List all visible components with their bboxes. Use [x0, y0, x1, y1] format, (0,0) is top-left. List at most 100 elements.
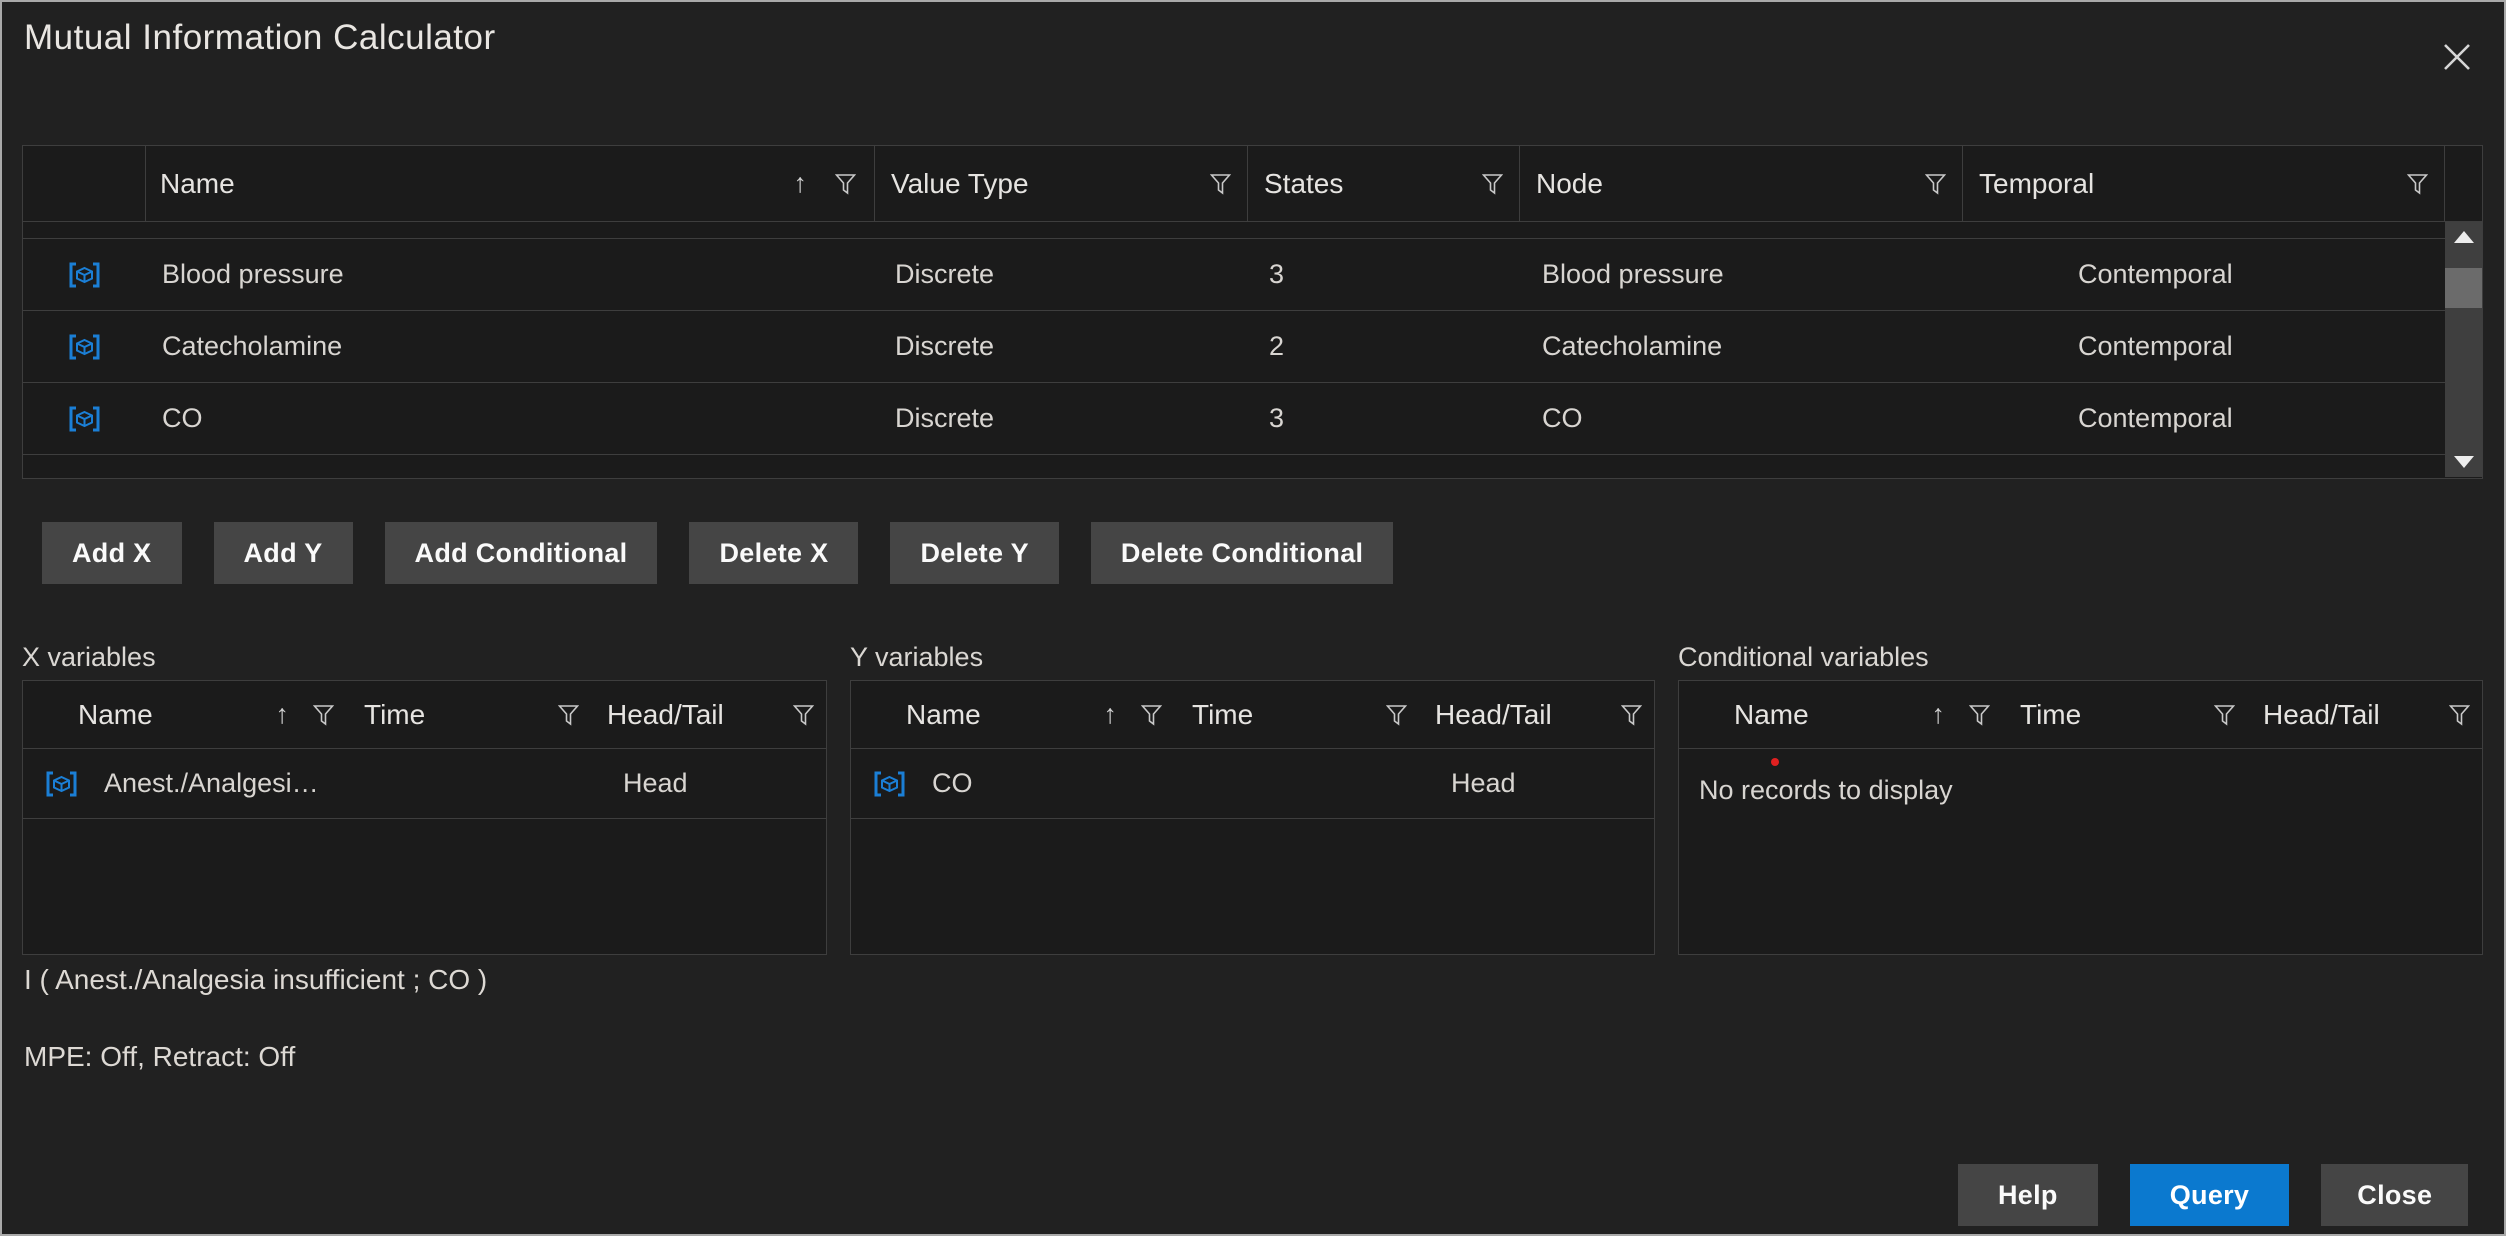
column-header-head-tail[interactable]: Head/Tail	[593, 681, 826, 748]
column-header-time[interactable]: Time	[2004, 681, 2249, 748]
close-icon[interactable]	[2432, 32, 2482, 82]
column-header-time-label: Time	[364, 698, 426, 730]
column-header-head-tail[interactable]: Head/Tail	[2249, 681, 2482, 748]
variables-table-body: Blood pressure Discrete 3 Blood pressure…	[23, 222, 2482, 478]
column-header-states-label: States	[1264, 167, 1344, 199]
filter-icon[interactable]	[1969, 704, 1990, 726]
column-header-node-label: Node	[1536, 167, 1603, 199]
sort-ascending-icon: ↑	[793, 168, 808, 198]
column-header-time[interactable]: Time	[348, 681, 593, 748]
close-button[interactable]: Close	[2321, 1164, 2469, 1226]
cell-head-tail: Head	[623, 768, 688, 798]
cell-node: Catecholamine	[1542, 331, 1723, 361]
header-icon-column	[23, 146, 146, 221]
variables-table: Name ↑ Value Type States Node Temporal B…	[22, 145, 2483, 479]
scroll-down-button[interactable]	[2445, 447, 2482, 477]
delete-conditional-button[interactable]: Delete Conditional	[1090, 522, 1394, 584]
column-header-head-tail[interactable]: Head/Tail	[1421, 681, 1654, 748]
delete-y-button[interactable]: Delete Y	[890, 522, 1059, 584]
node-variable-icon	[46, 771, 77, 796]
filter-icon[interactable]	[1482, 173, 1503, 195]
filter-icon[interactable]	[1210, 173, 1231, 195]
cell-name: CO	[162, 403, 203, 433]
column-header-head-tail-label: Head/Tail	[1435, 698, 1552, 730]
column-header-states[interactable]: States	[1248, 146, 1520, 221]
cell-name: Catecholamine	[162, 331, 343, 361]
cell-name: CO	[932, 768, 973, 798]
column-header-name-label: Name	[906, 698, 981, 730]
partial-row-bottom	[23, 455, 2482, 478]
x-variable-row[interactable]: Anest./Analgesi… Head	[23, 749, 826, 819]
filter-icon[interactable]	[835, 173, 856, 195]
help-button[interactable]: Help	[1958, 1164, 2098, 1226]
node-variable-icon	[69, 406, 100, 431]
cell-head-tail: Head	[1451, 768, 1516, 798]
cell-value-type: Discrete	[895, 331, 995, 361]
mutual-information-calculator-dialog: Mutual Information Calculator Name ↑ Val…	[0, 0, 2506, 1236]
table-row[interactable]: Catecholamine Discrete 2 Catecholamine C…	[23, 311, 2482, 383]
column-header-name-label: Name	[160, 167, 235, 199]
column-header-name-label: Name	[1734, 698, 1809, 730]
filter-icon[interactable]	[2407, 173, 2428, 195]
add-x-button[interactable]: Add X	[42, 522, 182, 584]
cell-states: 3	[1269, 403, 1285, 433]
mutual-information-expression: I ( Anest./Analgesia insufficient ; CO )	[24, 964, 488, 995]
cell-states: 3	[1269, 259, 1285, 289]
scroll-up-button[interactable]	[2445, 222, 2482, 252]
filter-icon[interactable]	[1141, 704, 1162, 726]
sort-ascending-icon: ↑	[1103, 699, 1118, 729]
filter-icon[interactable]	[2214, 704, 2235, 726]
table-row[interactable]: CO Discrete 3 CO Contemporal	[23, 383, 2482, 455]
filter-icon[interactable]	[2449, 704, 2470, 726]
column-header-value-type[interactable]: Value Type	[875, 146, 1248, 221]
variables-table-header: Name ↑ Value Type States Node Temporal	[23, 146, 2482, 222]
vertical-scrollbar[interactable]	[2445, 222, 2482, 477]
y-variable-row[interactable]: CO Head	[851, 749, 1654, 819]
column-header-name[interactable]: Name ↑	[146, 146, 875, 221]
filter-icon[interactable]	[558, 704, 579, 726]
filter-icon[interactable]	[793, 704, 814, 726]
column-header-name[interactable]: Name ↑	[23, 681, 348, 748]
x-variables-table: Name ↑ Time Head/Tail Anest./Analgesi… H…	[22, 680, 827, 955]
table-row[interactable]: Blood pressure Discrete 3 Blood pressure…	[23, 239, 2482, 311]
red-dot-indicator	[1771, 758, 1779, 766]
column-header-name[interactable]: Name ↑	[1679, 681, 2004, 748]
scrollbar-thumb[interactable]	[2445, 268, 2482, 308]
y-variables-section: Y variables Name ↑ Time Head/Tail CO Hea…	[850, 642, 1655, 955]
column-header-value-type-label: Value Type	[891, 167, 1029, 199]
column-header-time[interactable]: Time	[1176, 681, 1421, 748]
add-y-button[interactable]: Add Y	[213, 522, 353, 584]
cell-node: CO	[1542, 403, 1583, 433]
sort-ascending-icon: ↑	[275, 699, 290, 729]
column-header-node[interactable]: Node	[1520, 146, 1963, 221]
x-variables-label: X variables	[22, 642, 156, 672]
column-header-name-label: Name	[78, 698, 153, 730]
filter-icon[interactable]	[1925, 173, 1946, 195]
filter-icon[interactable]	[313, 704, 334, 726]
filter-icon[interactable]	[1621, 704, 1642, 726]
page-title: Mutual Information Calculator	[24, 18, 496, 57]
column-header-time-label: Time	[1192, 698, 1254, 730]
scroll-down-icon	[2453, 456, 2474, 468]
add-conditional-button[interactable]: Add Conditional	[384, 522, 658, 584]
column-header-temporal[interactable]: Temporal	[1963, 146, 2445, 221]
filter-icon[interactable]	[1386, 704, 1407, 726]
query-button[interactable]: Query	[2129, 1164, 2290, 1226]
cell-name: Anest./Analgesi…	[104, 768, 319, 798]
x-variables-section: X variables Name ↑ Time Head/Tail Anest.…	[22, 642, 827, 955]
cell-name: Blood pressure	[162, 259, 344, 289]
cell-temporal: Contemporal	[2078, 403, 2233, 433]
column-header-head-tail-label: Head/Tail	[607, 698, 724, 730]
conditional-variables-table: Name ↑ Time Head/Tail No records to disp…	[1678, 680, 2483, 955]
column-header-name[interactable]: Name ↑	[851, 681, 1176, 748]
column-header-head-tail-label: Head/Tail	[2263, 698, 2380, 730]
node-variable-icon	[69, 334, 100, 359]
action-button-row: Add X Add Y Add Conditional Delete X Del…	[42, 522, 1394, 584]
no-records-message: No records to display	[1699, 775, 1953, 805]
sort-ascending-icon: ↑	[1931, 699, 1946, 729]
column-header-time-label: Time	[2020, 698, 2082, 730]
y-variables-table: Name ↑ Time Head/Tail CO Head	[850, 680, 1655, 955]
cell-node: Blood pressure	[1542, 259, 1724, 289]
delete-x-button[interactable]: Delete X	[689, 522, 859, 584]
cell-temporal: Contemporal	[2078, 259, 2233, 289]
